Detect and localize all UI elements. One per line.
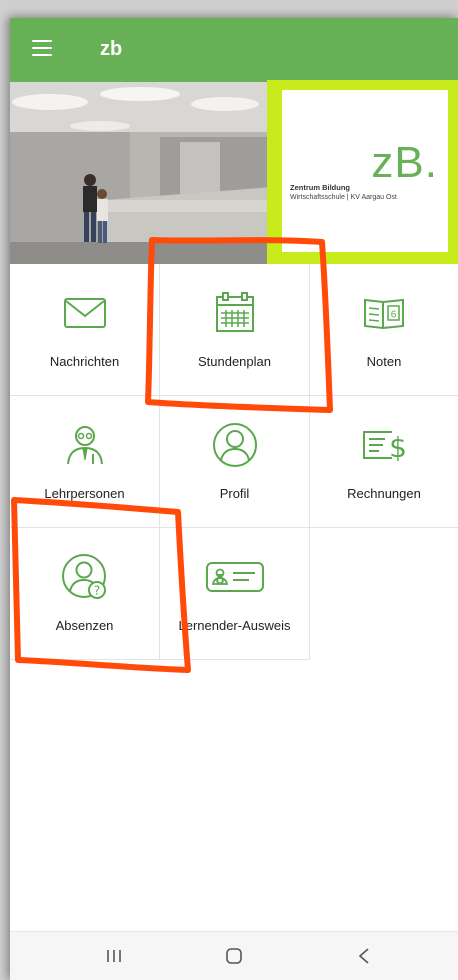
envelope-icon [63, 298, 106, 328]
school-building-photo [10, 82, 272, 264]
phone-screen: zb zB. Zentrum Bildung Wirtschaftsschule… [10, 18, 458, 980]
recent-apps-button[interactable] [94, 942, 134, 970]
tile-lernender-ausweis[interactable]: 𝛅 Lernender-Ausweis [160, 528, 310, 660]
svg-text:$: $ [389, 431, 407, 464]
system-navigation-bar [10, 931, 458, 980]
invoice-icon: $ [363, 431, 407, 464]
recent-apps-icon [107, 950, 121, 962]
tile-nachrichten[interactable]: Nachrichten [10, 264, 160, 396]
tile-absenzen[interactable]: ? Absenzen [10, 528, 160, 660]
logo-school-subtitle: Wirtschaftsschule | KV Aargau Ost [290, 194, 397, 201]
tile-label: Rechnungen [347, 486, 421, 501]
app-title: zb [100, 38, 123, 60]
notebook-icon: 6 [364, 298, 404, 330]
tile-noten[interactable]: 6 Noten [310, 264, 458, 396]
tile-label: Absenzen [55, 618, 114, 633]
tile-label: Nachrichten [49, 354, 120, 369]
tile-label: Profil [219, 486, 250, 501]
back-icon [358, 948, 369, 964]
user-circle-icon [212, 423, 257, 467]
home-button[interactable] [214, 942, 254, 970]
logo-school-name: Zentrum Bildung [290, 183, 350, 192]
header-banner: zB. Zentrum Bildung Wirtschaftsschule | … [10, 80, 458, 264]
id-card-icon: 𝛅 [205, 562, 264, 592]
tile-lehrpersonen[interactable]: Lehrpersonen [10, 396, 160, 528]
tile-label: Noten [366, 354, 402, 369]
back-button[interactable] [344, 942, 384, 970]
tile-rechnungen[interactable]: $ Rechnungen [310, 396, 458, 528]
hamburger-menu-icon[interactable] [32, 40, 52, 58]
calendar-icon [215, 292, 254, 332]
tile-stundenplan[interactable]: Stundenplan [160, 264, 310, 396]
tile-label: Lernender-Ausweis [178, 618, 291, 633]
user-question-icon: ? [61, 554, 106, 599]
tile-label: Lehrpersonen [44, 486, 125, 501]
app-bar: zb [10, 18, 458, 82]
tile-profil[interactable]: Profil [160, 396, 310, 528]
logo-mark: zB. [371, 138, 438, 187]
tile-label: Stundenplan [197, 354, 271, 369]
teacher-icon [66, 426, 103, 465]
svg-text:6: 6 [391, 310, 397, 321]
home-icon [226, 948, 242, 964]
school-logo: zB. Zentrum Bildung Wirtschaftsschule | … [267, 80, 458, 264]
svg-text:?: ? [93, 584, 99, 598]
